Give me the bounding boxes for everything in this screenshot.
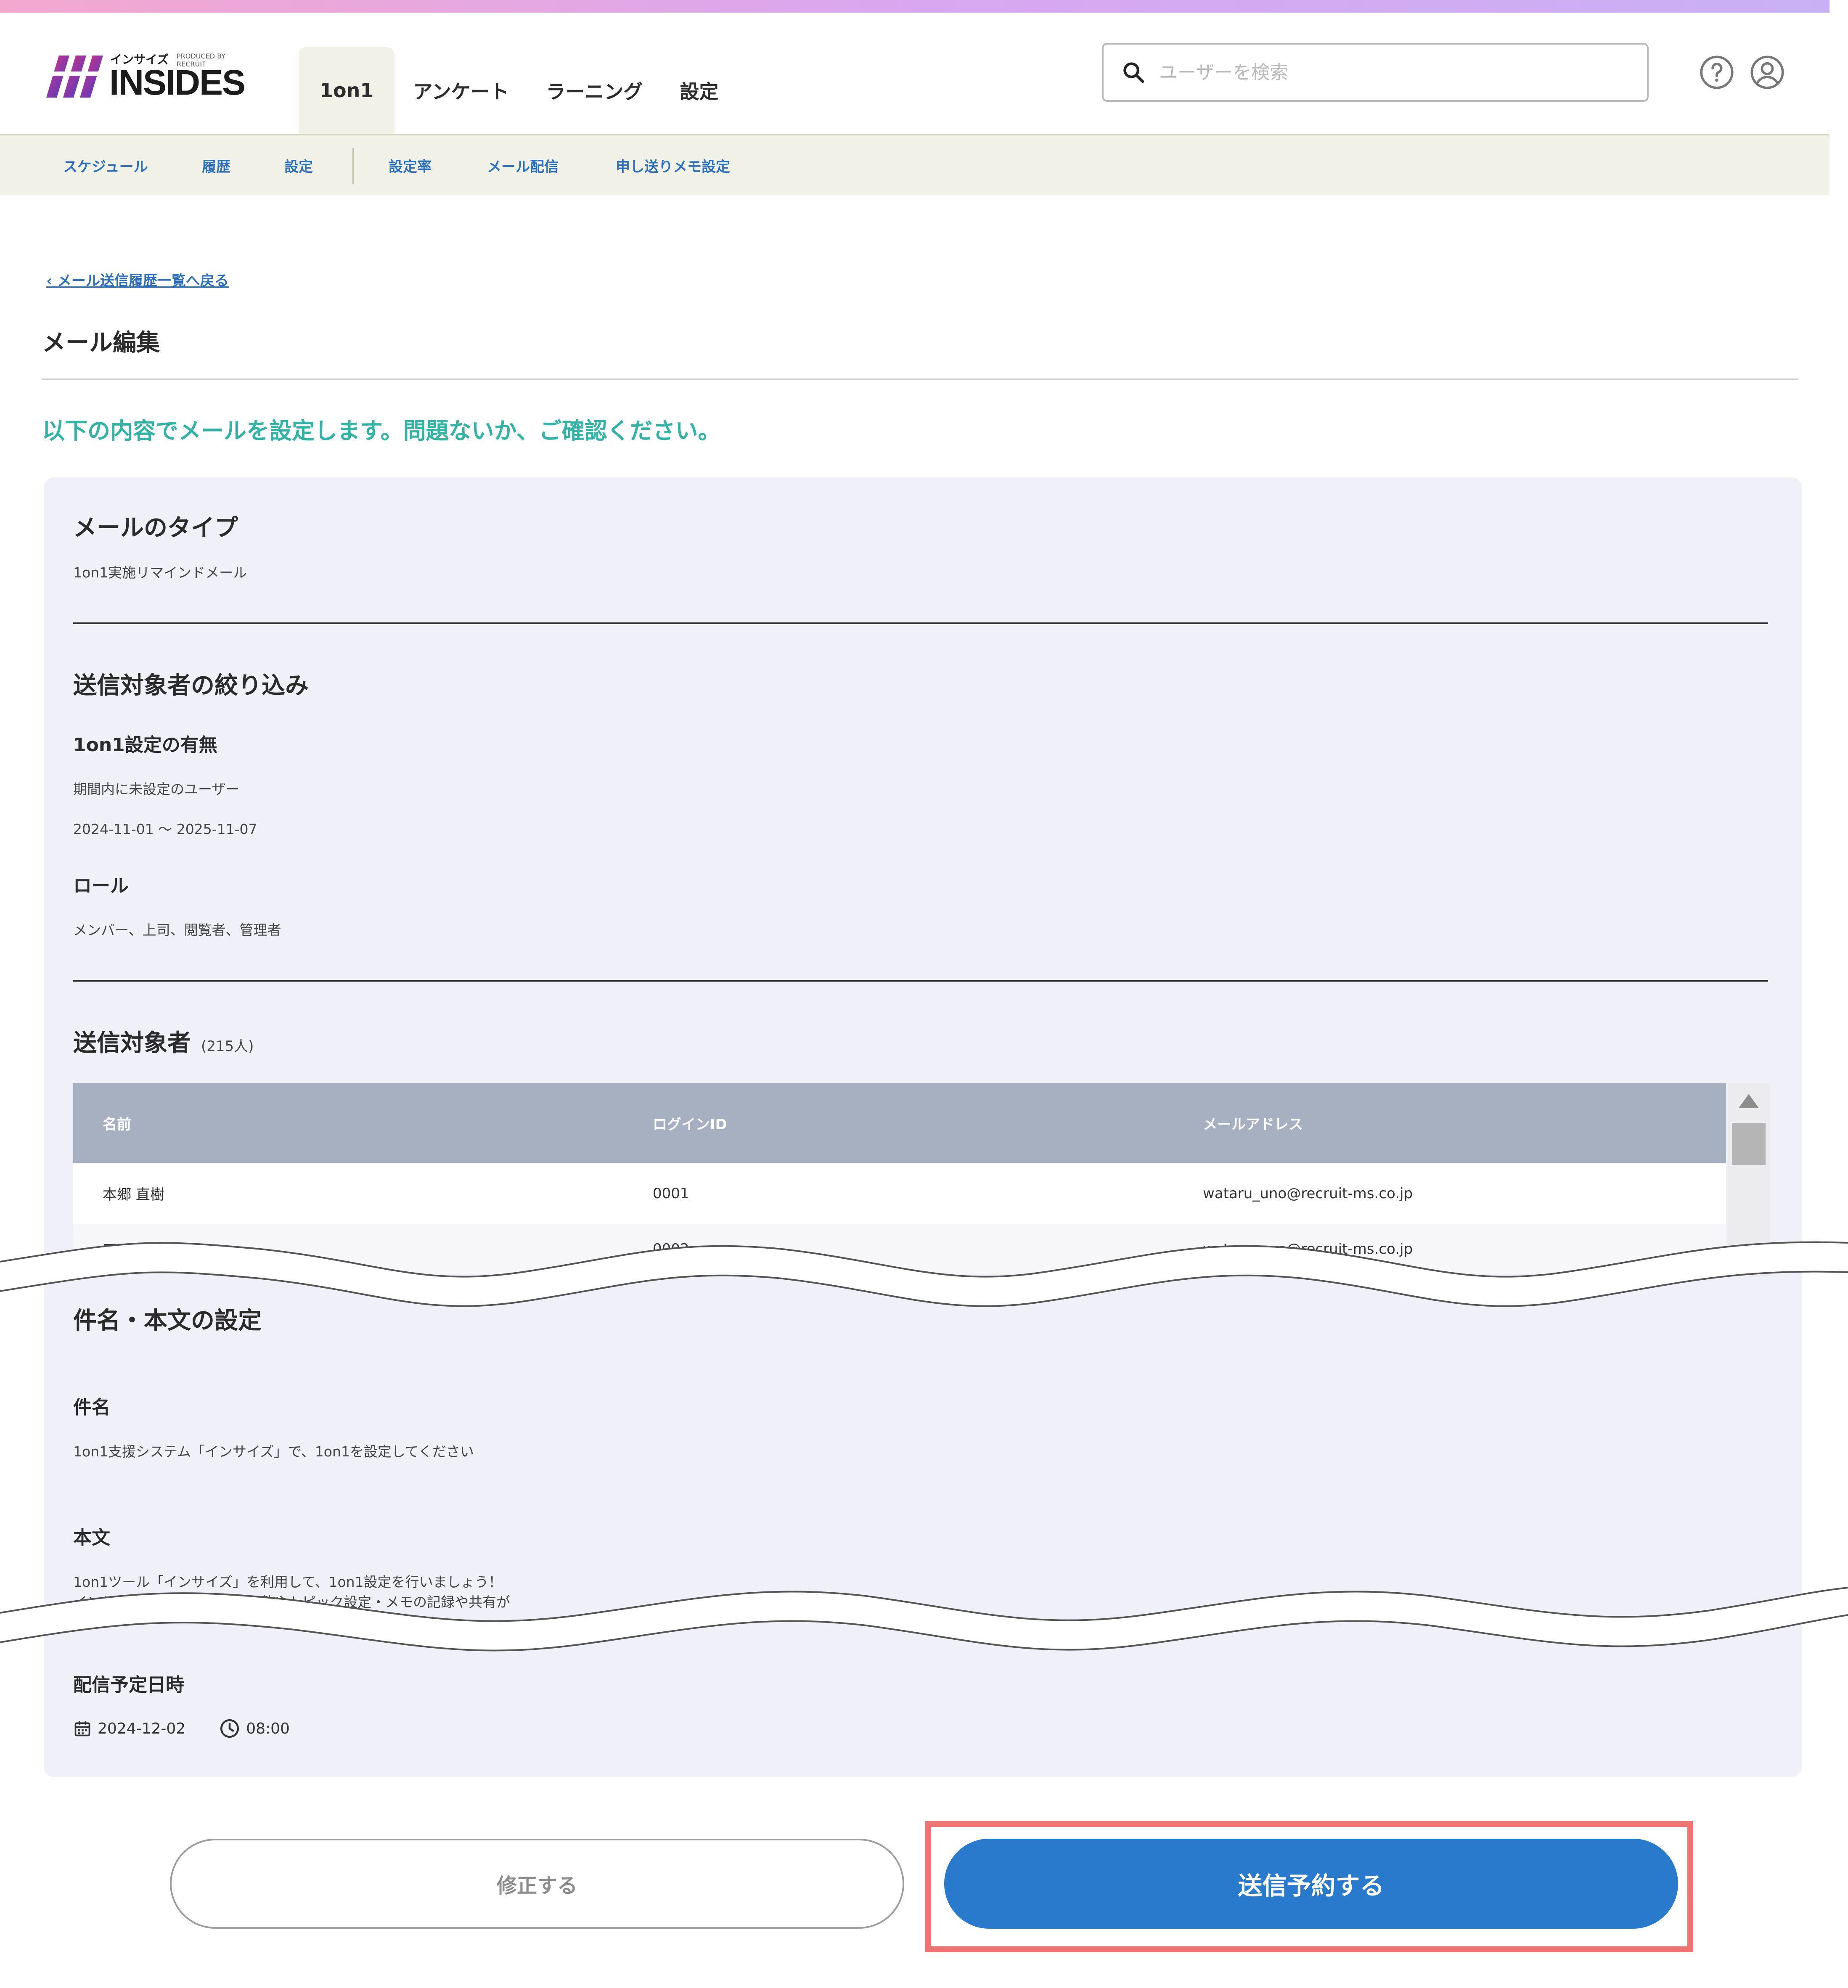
- calendar-icon: [74, 1721, 90, 1737]
- clock-icon: [220, 1719, 239, 1738]
- schedule-label: 配信予定日時: [73, 1674, 184, 1696]
- main-nav: 1on1 アンケート ラーニング 設定: [299, 47, 737, 134]
- recipients-count: (215人): [201, 1038, 254, 1055]
- filter-heading: 送信対象者の絞り込み: [73, 672, 309, 699]
- edit-button[interactable]: 修正する: [170, 1839, 904, 1929]
- column-header-login-id: ログインID: [653, 1116, 727, 1133]
- column-header-name: 名前: [103, 1116, 131, 1133]
- top-gradient-bar: [0, 0, 1829, 13]
- subnav-settings[interactable]: 設定: [284, 155, 313, 176]
- subnav-history[interactable]: 履歴: [202, 155, 230, 176]
- nav-tab-survey[interactable]: アンケート: [394, 47, 527, 134]
- subnav-divider: [352, 148, 354, 184]
- title-divider: [42, 379, 1798, 380]
- table-row: 本郷 直樹 0001 wataru_uno@recruit-ms.co.jp: [73, 1163, 1726, 1224]
- search-icon: [1123, 62, 1144, 83]
- subnav-schedule[interactable]: スケジュール: [63, 155, 148, 176]
- app-header: インサイズ PRODUCED BY RECRUIT INSIDES 1on1 ア…: [0, 13, 1829, 135]
- setting-status-value: 期間内に未設定のユーザー: [73, 781, 240, 797]
- sub-nav: スケジュール 履歴 設定 設定率 メール配信 申し送りメモ設定: [0, 135, 1829, 195]
- subject-label: 件名: [73, 1397, 110, 1418]
- filter-period: 2024-11-01 ～ 2025-11-07: [73, 821, 257, 837]
- recipients-heading: 送信対象者 (215人): [73, 1030, 254, 1057]
- logo-wordmark: INSIDES: [109, 63, 246, 102]
- help-icon[interactable]: [1699, 55, 1734, 90]
- table-header: 名前 ログインID メールアドレス: [73, 1083, 1726, 1163]
- content-omitted-wave: [0, 1241, 1848, 1307]
- schedule-date: 2024-12-02: [98, 1720, 186, 1737]
- setting-status-label: 1on1設定の有無: [73, 734, 217, 756]
- nav-tab-settings[interactable]: 設定: [662, 47, 737, 134]
- confirm-notice: 以下の内容でメールを設定します。問題ないか、ご確認ください。: [42, 418, 721, 444]
- section-divider: [73, 622, 1768, 624]
- schedule-time: 08:00: [246, 1720, 290, 1737]
- schedule-datetime: 2024-12-02 08:00: [73, 1718, 290, 1739]
- logo-stripes-icon: [46, 56, 103, 98]
- mail-type-heading: メールのタイプ: [73, 514, 238, 542]
- content-omitted-wave: [0, 1587, 1848, 1652]
- section-divider: [73, 980, 1768, 982]
- user-search-input[interactable]: [1158, 61, 1623, 84]
- scrollbar-thumb[interactable]: [1732, 1123, 1766, 1165]
- column-header-email: メールアドレス: [1203, 1116, 1303, 1133]
- insides-logo[interactable]: インサイズ PRODUCED BY RECRUIT INSIDES: [46, 46, 257, 109]
- role-value: メンバー、上司、閲覧者、管理者: [73, 922, 281, 938]
- send-button-highlight-frame: [925, 1821, 1693, 1952]
- subnav-setting-rate[interactable]: 設定率: [389, 155, 432, 176]
- subnav-mail-delivery[interactable]: メール配信: [487, 155, 559, 176]
- user-search-box[interactable]: [1102, 43, 1649, 102]
- mail-type-value: 1on1実施リマインドメール: [73, 564, 247, 581]
- nav-tab-1on1[interactable]: 1on1: [299, 47, 395, 134]
- page-title: メール編集: [42, 329, 160, 357]
- cell-name: 本郷 直樹: [103, 1186, 164, 1203]
- nav-tab-learning[interactable]: ラーニング: [528, 47, 662, 134]
- body-label: 本文: [73, 1527, 110, 1549]
- scroll-up-arrow-icon[interactable]: [1739, 1093, 1759, 1109]
- cell-login-id: 0001: [653, 1185, 689, 1202]
- role-label: ロール: [73, 875, 129, 897]
- cell-email: wataru_uno@recruit-ms.co.jp: [1203, 1185, 1413, 1202]
- subject-value: 1on1支援システム「インサイズ」で、1on1を設定してください: [73, 1443, 474, 1460]
- subnav-handover-memo[interactable]: 申し送りメモ設定: [616, 155, 730, 176]
- back-to-mail-history-link[interactable]: ‹ メール送信履歴一覧へ戻る: [46, 269, 229, 290]
- user-account-icon[interactable]: [1750, 55, 1785, 90]
